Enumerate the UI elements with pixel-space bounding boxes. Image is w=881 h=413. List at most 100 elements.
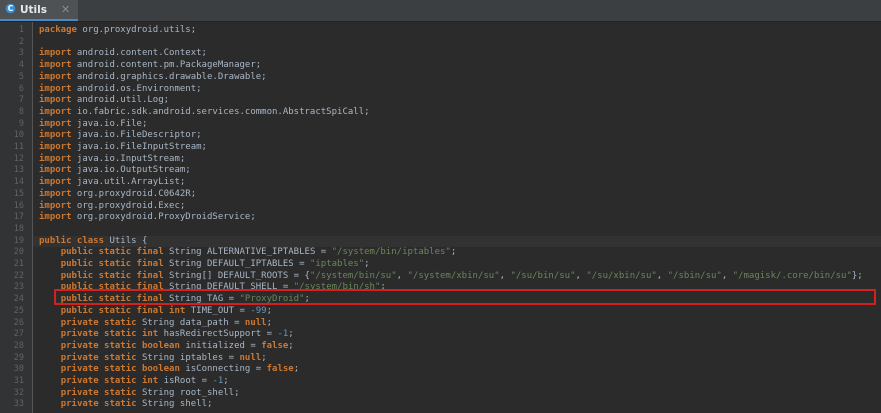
code-token: private static	[60, 317, 137, 328]
code-line[interactable]: 29 private static String iptables = null…	[14, 353, 881, 365]
code-text: import org.proxydroid.Exec;	[39, 201, 185, 213]
code-line[interactable]: 1 package org.proxydroid.utils;	[19, 25, 881, 37]
code-token: };	[851, 270, 863, 281]
code-text: public static final String[] DEFAULT_ROO…	[39, 271, 863, 283]
svg-text:C: C	[8, 4, 14, 13]
line-number: 15	[13, 188, 24, 199]
code-line[interactable]: 12 import java.io.InputStream;	[14, 154, 881, 166]
line-number: 25	[13, 305, 24, 316]
code-line[interactable]: 2	[19, 37, 881, 49]
line-number: 13	[13, 165, 24, 176]
code-token: android.content.Context;	[71, 48, 207, 59]
code-line[interactable]: 17 import org.proxydroid.ProxyDroidServic…	[14, 212, 881, 224]
code-text: import java.io.InputStream;	[39, 154, 185, 166]
code-line[interactable]: 13 import java.io.OutputStream;	[14, 165, 881, 177]
line-number: 32	[13, 387, 24, 398]
code-line[interactable]: 26 private static String data_path = nul…	[14, 318, 881, 330]
code-line[interactable]: 31 private static int isRoot = -1;	[14, 376, 881, 388]
code-line[interactable]: 21 public static final String DEFAULT_IP…	[14, 259, 881, 271]
code-line[interactable]: 5 import android.graphics.drawable.Drawab…	[19, 71, 881, 84]
code-line[interactable]: 25 public static final int TIME_OUT = -9…	[14, 306, 881, 318]
code-token: import	[39, 71, 72, 82]
code-text: private static String iptables = null;	[39, 353, 267, 365]
line-number: 5	[18, 71, 24, 82]
code-text: private static boolean initialized = fal…	[39, 341, 294, 353]
code-line[interactable]: 32 private static String root_shell;	[14, 387, 881, 400]
line-number: 9	[18, 118, 24, 129]
tab-label: Utils	[20, 3, 47, 16]
code-token: public static final	[60, 247, 164, 258]
code-token: "/system/bin/iptables"	[331, 247, 451, 258]
class-file-icon: C	[5, 3, 16, 17]
code-line[interactable]: 3 import android.content.Context;	[19, 48, 881, 60]
line-number: 20	[13, 247, 24, 258]
code-line[interactable]: 9 import java.io.File;	[19, 119, 881, 131]
code-line[interactable]: 19 public class Utils {	[14, 235, 881, 248]
code-token: private static	[60, 352, 137, 363]
code-token: ,	[396, 270, 408, 281]
code-line[interactable]: 27 private static int hasRedirectSupport…	[14, 329, 881, 341]
line-number: 12	[13, 153, 24, 164]
code-token: android.util.Log;	[71, 95, 170, 106]
line-number: 23	[13, 282, 24, 293]
code-token: "/su/xbin/su"	[586, 270, 657, 281]
line-number: 3	[18, 48, 24, 59]
code-token: import	[39, 188, 72, 199]
line-number: 24	[13, 294, 24, 305]
code-line[interactable]: 30 private static boolean isConnecting =…	[14, 364, 881, 376]
code-editor[interactable]: 1 package org.proxydroid.utils; 2 3 import a…	[0, 22, 881, 413]
code-line[interactable]: 14 import java.util.ArrayList;	[14, 177, 881, 189]
code-line[interactable]: 18	[14, 224, 881, 236]
code-line[interactable]: 7 import android.util.Log;	[19, 95, 881, 107]
code-text: public static final String DEFAULT_IPTAB…	[39, 259, 370, 271]
line-number: 7	[18, 95, 24, 106]
code-token: java.io.InputStream;	[71, 153, 186, 164]
code-text: import java.io.File;	[39, 119, 147, 131]
code-text: private static String shell;	[39, 399, 213, 411]
code-line[interactable]: 22 public static final String[] DEFAULT_…	[14, 271, 881, 283]
code-token: ;	[364, 259, 370, 269]
code-line[interactable]: 4 import android.content.pm.PackageManage…	[19, 60, 881, 72]
line-number: 14	[13, 177, 24, 188]
code-text: public class Utils {	[39, 236, 147, 248]
close-tab-icon[interactable]: ✕	[61, 3, 70, 16]
code-token: private static	[60, 399, 137, 410]
line-number: 16	[13, 200, 24, 211]
tab-utils[interactable]: C Utils ✕	[0, 0, 79, 21]
code-line[interactable]: 20 public static final String ALTERNATIV…	[14, 247, 881, 259]
code-line[interactable]: 11 import java.io.FileInputStream;	[14, 142, 881, 154]
code-line[interactable]: 8 import io.fabric.sdk.android.services.c…	[19, 107, 881, 119]
code-line[interactable]: 16 import org.proxydroid.Exec;	[14, 201, 881, 213]
code-token: private static boolean	[60, 340, 180, 351]
line-number: 33	[13, 399, 24, 410]
code-token: org.proxydroid.ProxyDroidService;	[71, 212, 256, 223]
code-text: import android.os.Environment;	[39, 84, 202, 96]
code-token: android.graphics.drawable.Drawable;	[71, 71, 267, 82]
code-token: import	[39, 48, 72, 59]
code-line[interactable]: 6 import android.os.Environment;	[19, 84, 881, 96]
code-token: import	[39, 83, 72, 94]
code-line[interactable]: 10 import java.io.FileDescriptor;	[14, 130, 881, 142]
code-token: null	[244, 317, 267, 328]
code-token: String data_path =	[136, 317, 245, 328]
code-token: java.io.File;	[71, 118, 148, 129]
line-number: 8	[18, 106, 24, 117]
code-token: private static	[60, 387, 137, 398]
code-token: false	[266, 364, 294, 375]
line-number: 30	[13, 364, 24, 375]
code-token: ,	[721, 270, 733, 281]
code-text: private static String data_path = null;	[39, 318, 272, 330]
code-token: String shell;	[136, 399, 213, 410]
code-token: import	[39, 142, 72, 152]
code-line[interactable]: 28 private static boolean initialized = …	[14, 341, 881, 353]
code-line[interactable]: 33 private static String shell;	[14, 399, 881, 411]
code-area[interactable]: 1 package org.proxydroid.utils; 2 3 import a…	[14, 22, 881, 413]
code-line[interactable]: 15 import org.proxydroid.C0642R;	[14, 188, 881, 201]
code-token: ,	[499, 270, 511, 281]
